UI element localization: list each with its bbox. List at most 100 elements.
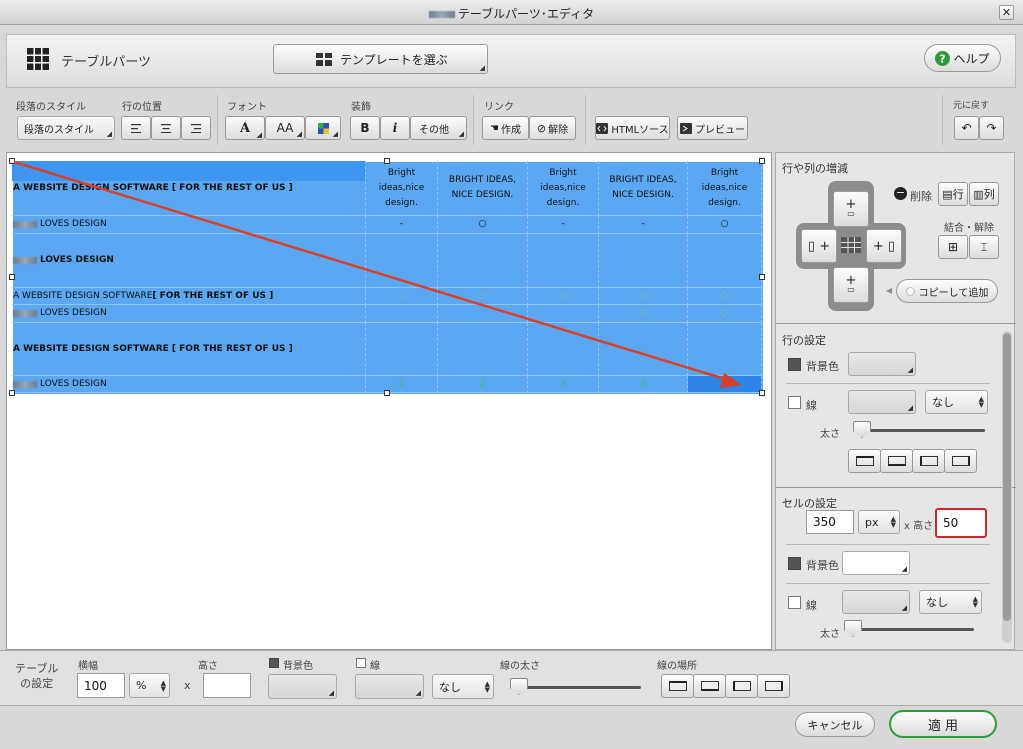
row-border-right-button[interactable] [944,449,977,473]
table-cell[interactable]: - [528,216,599,234]
table-cell[interactable] [599,234,688,288]
table-cell[interactable]: Bright ideas,nice design. [688,161,762,216]
copy-add-button[interactable]: コピーして追加 [896,279,998,303]
redo-button[interactable]: ↷ [979,116,1004,140]
row-border-bottom-button[interactable] [880,449,913,473]
table-border-top-button[interactable] [661,674,694,698]
table-cell[interactable]: ○ [599,305,688,323]
table-thickness-track[interactable] [515,686,641,689]
table-cell[interactable]: 2 [438,376,528,393]
table-cell[interactable]: LOVES DESIGN [12,376,366,393]
align-right-button[interactable] [181,116,211,140]
table-cell[interactable]: 4 [599,376,688,393]
table-cell[interactable] [528,234,599,288]
cell-thickness-thumb[interactable] [844,620,862,637]
table-border-right-button[interactable] [757,674,790,698]
table-cell[interactable]: 5 [688,376,762,393]
table-cell[interactable] [438,234,528,288]
resize-handle[interactable] [759,158,765,164]
row-bg-dropdown[interactable]: ◢ [848,352,916,376]
para-style-dropdown[interactable]: 段落のスタイル ◢ [17,116,115,140]
table-width-unit-select[interactable]: % ▲ ▼ [129,673,170,698]
merge-button[interactable]: ⊞ [938,235,968,259]
add-row-below-button[interactable]: + ▭ [833,267,869,303]
resize-handle[interactable] [759,390,765,396]
table-cell[interactable] [528,305,599,323]
table-cell[interactable] [366,323,438,376]
table-cell[interactable]: ○ [438,216,528,234]
cell-line-style-select[interactable]: なし ▲ ▼ [919,590,982,614]
other-decoration-button[interactable]: その他 ◢ [410,116,467,140]
table-cell[interactable]: ○ [528,288,599,305]
table-width-input[interactable]: 100 [77,673,125,698]
cancel-button[interactable]: キャンセル [795,712,875,737]
table-height-input[interactable] [203,673,251,698]
resize-handle[interactable] [384,390,390,396]
cell-line-color-dropdown[interactable]: ◢ [842,590,910,614]
cell-width-input[interactable]: 350 [806,510,854,534]
table-cell[interactable]: 1 [366,376,438,393]
resize-handle[interactable] [9,274,15,280]
table-cell[interactable]: - [599,216,688,234]
html-source-button[interactable]: HTMLソース [595,116,670,140]
table-cell[interactable]: - [366,216,438,234]
bg-color-button[interactable]: ◢ [305,116,341,140]
cell-line-checkbox[interactable] [788,596,801,609]
table-line-style-select[interactable]: なし ▲ ▼ [432,674,494,699]
table-cell[interactable]: ○ [366,288,438,305]
table-border-left-button[interactable] [725,674,758,698]
cell-thickness-track[interactable] [850,628,974,631]
table-cell[interactable] [599,323,688,376]
panel-scroll-thumb[interactable] [1003,333,1011,621]
table-bg-dropdown[interactable]: ◢ [268,674,337,699]
table-cell[interactable]: ○ [688,288,762,305]
table-cell[interactable]: Bright ideas,nice design. [366,161,438,216]
align-left-button[interactable] [121,116,151,140]
table-cell[interactable] [438,323,528,376]
add-row-above-button[interactable]: + ▭ [833,191,869,227]
resize-handle[interactable] [384,158,390,164]
table-line-color-dropdown[interactable]: ◢ [355,674,424,699]
undo-button[interactable]: ↶ [954,116,979,140]
link-create-button[interactable]: ☚ 作成 [482,116,529,140]
row-line-checkbox[interactable] [788,396,801,409]
table-cell[interactable] [366,305,438,323]
row-border-top-button[interactable] [848,449,881,473]
table-cell[interactable]: ○ [688,216,762,234]
resize-handle[interactable] [9,390,15,396]
table-cell[interactable]: ○ [688,305,762,323]
table-cell[interactable] [438,305,528,323]
table-cell[interactable] [688,323,762,376]
table-cell[interactable]: A WEBSITE DESIGN SOFTWARE [ FOR THE REST… [12,161,366,216]
font-color-button[interactable]: A ◢ [225,116,265,140]
panel-scrollbar[interactable] [1002,331,1012,643]
add-col-left-button[interactable]: ▯ + [801,229,837,263]
table-cell[interactable]: 3 [528,376,599,393]
bold-button[interactable]: B [350,116,380,140]
italic-button[interactable]: i [380,116,410,140]
row-border-left-button[interactable] [912,449,945,473]
table-cell[interactable]: A WEBSITE DESIGN SOFTWARE [ FOR THE REST… [12,288,366,305]
row-thickness-track[interactable] [859,429,985,432]
add-col-right-button[interactable]: + ▯ [866,229,902,263]
delete-row-button[interactable]: ▤ 行 [938,182,968,206]
delete-col-button[interactable]: ▥ 列 [969,182,999,206]
row-line-color-dropdown[interactable]: ◢ [848,390,916,414]
table-cell[interactable] [366,234,438,288]
row-line-style-select[interactable]: なし ▲ ▼ [925,390,988,414]
table-thickness-thumb[interactable] [510,678,528,695]
table-cell[interactable]: BRIGHT IDEAS, NICE DESIGN. [438,161,528,216]
cell-bg-dropdown[interactable]: ◢ [842,551,910,575]
table-cell[interactable]: ○ [599,288,688,305]
help-button[interactable]: ? ヘルプ [924,44,1001,72]
table-cell[interactable]: Bright ideas,nice design. [528,161,599,216]
close-button[interactable]: ✕ [999,5,1014,20]
row-thickness-thumb[interactable] [853,421,871,438]
table-cell[interactable]: LOVES DESIGN [12,216,366,234]
table-cell[interactable] [528,323,599,376]
resize-handle[interactable] [759,274,765,280]
cell-unit-select[interactable]: px ▲ ▼ [858,510,900,534]
resize-handle[interactable] [9,158,15,164]
apply-button[interactable]: 適 用 [889,710,997,738]
align-center-button[interactable] [151,116,181,140]
